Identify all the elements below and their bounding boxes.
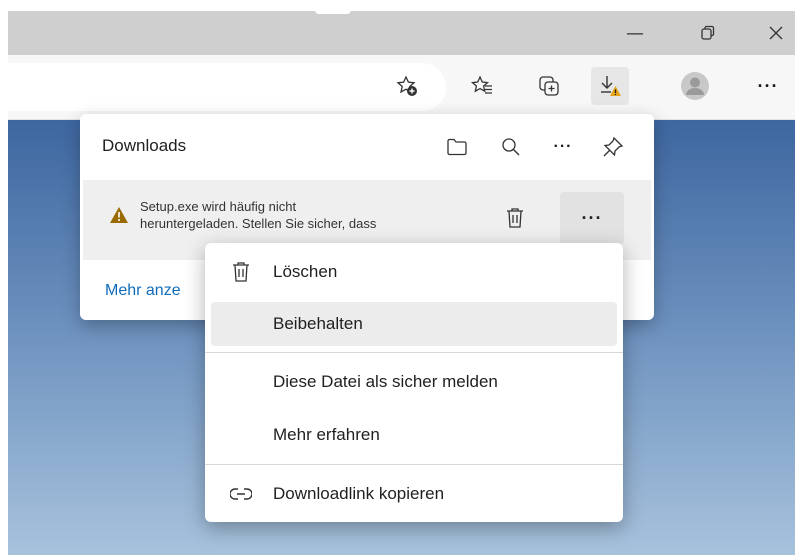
folder-icon xyxy=(447,138,467,156)
profile-button[interactable] xyxy=(676,67,714,105)
link-icon xyxy=(229,483,253,505)
favorite-add-icon xyxy=(396,75,417,96)
pin-icon xyxy=(603,136,624,157)
add-favorite-button[interactable] xyxy=(388,67,426,105)
restore-icon xyxy=(701,25,715,40)
download-warning-text: Setup.exe wird häufig nicht heruntergela… xyxy=(140,198,485,232)
browser-toolbar: ··· xyxy=(8,55,795,120)
download-item-more-button[interactable]: ··· xyxy=(560,192,624,244)
menu-item-copy-link[interactable]: Downloadlink kopieren xyxy=(211,472,617,516)
close-icon xyxy=(769,26,783,40)
menu-item-report-safe[interactable]: Diese Datei als sicher melden xyxy=(211,360,617,404)
trash-icon xyxy=(507,208,523,228)
downloads-title: Downloads xyxy=(102,136,187,155)
menu-item-label: Beibehalten xyxy=(273,314,363,333)
menu-item-label: Diese Datei als sicher melden xyxy=(273,372,498,391)
settings-more-button[interactable]: ··· xyxy=(749,67,787,105)
favorites-icon xyxy=(470,75,492,94)
tab-edge xyxy=(315,8,351,14)
search-icon xyxy=(502,138,520,156)
search-downloads-button[interactable] xyxy=(496,132,526,162)
menu-item-label: Löschen xyxy=(273,262,338,281)
pin-flyout-button[interactable] xyxy=(598,132,628,162)
menu-item-delete[interactable]: Löschen xyxy=(211,250,617,294)
delete-download-button[interactable] xyxy=(499,202,531,234)
trash-icon xyxy=(229,261,253,283)
show-more-link[interactable]: Mehr anze xyxy=(105,282,181,300)
open-folder-button[interactable] xyxy=(442,132,472,162)
menu-separator xyxy=(205,352,623,353)
downloads-warning-icon xyxy=(601,76,621,96)
menu-item-learn-more[interactable]: Mehr erfahren xyxy=(211,413,617,457)
download-context-menu: Löschen Beibehalten Diese Datei als sich… xyxy=(205,243,623,522)
downloads-more-button[interactable]: ··· xyxy=(548,132,578,162)
menu-item-label: Mehr erfahren xyxy=(273,425,380,444)
menu-separator xyxy=(205,464,623,465)
address-bar[interactable] xyxy=(8,63,446,111)
download-warning-line1: Setup.exe wird häufig nicht xyxy=(140,199,297,214)
minimize-button[interactable]: — xyxy=(612,11,658,55)
menu-item-label: Downloadlink kopieren xyxy=(273,484,445,503)
collections-button[interactable] xyxy=(530,67,568,105)
downloads-button[interactable] xyxy=(591,67,629,105)
title-bar: — xyxy=(8,8,795,55)
warning-icon xyxy=(109,206,129,229)
download-warning-line2: heruntergeladen. Stellen Sie sicher, das… xyxy=(140,216,377,231)
favorites-button[interactable] xyxy=(463,67,501,105)
restore-button[interactable] xyxy=(685,11,731,55)
profile-avatar-icon xyxy=(681,72,709,100)
collections-icon xyxy=(539,76,559,96)
menu-item-keep[interactable]: Beibehalten xyxy=(211,302,617,346)
close-window-button[interactable] xyxy=(753,11,795,55)
